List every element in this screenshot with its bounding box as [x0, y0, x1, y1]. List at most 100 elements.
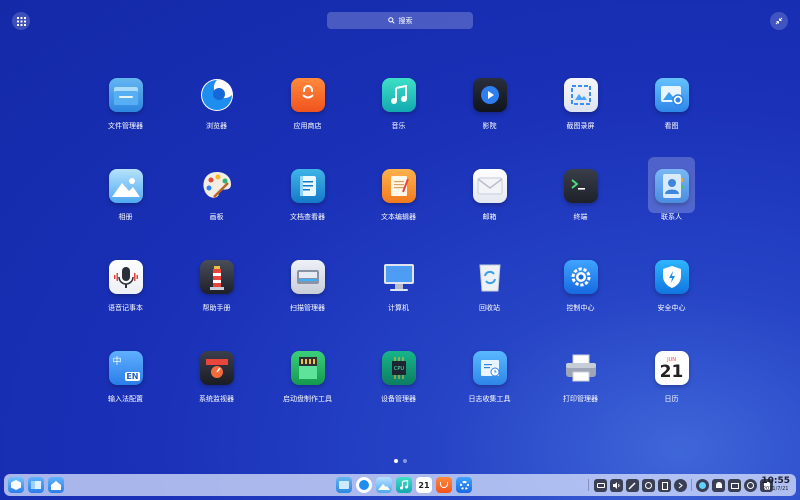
tray-keyboard[interactable]	[594, 479, 607, 492]
tray-volume[interactable]	[610, 479, 623, 492]
dock-app-store[interactable]	[436, 477, 452, 493]
app-scanner[interactable]: 扫描管理器	[262, 258, 353, 349]
gear-icon	[459, 480, 469, 490]
app-print-manager[interactable]: 打印管理器	[535, 349, 626, 440]
dock-album[interactable]	[376, 477, 392, 493]
tray-assistant[interactable]	[696, 479, 709, 492]
app-document-viewer[interactable]: 文档查看器	[262, 167, 353, 258]
dock-calendar[interactable]: 21	[416, 477, 432, 493]
dock-file-manager[interactable]	[336, 477, 352, 493]
shrink-icon	[775, 17, 783, 25]
input-method-en: EN	[125, 372, 140, 381]
tray-notification[interactable]	[712, 479, 725, 492]
app-text-editor[interactable]: 文本编辑器	[353, 167, 444, 258]
music-icon	[400, 480, 409, 490]
app-trash[interactable]: 回收站	[444, 258, 535, 349]
app-input-method[interactable]: 中 EN 输入法配置	[80, 349, 171, 440]
document-viewer-icon	[290, 169, 325, 203]
tray-expand[interactable]	[674, 479, 687, 492]
app-store[interactable]: 应用商店	[262, 76, 353, 167]
search-box[interactable]: 搜索	[327, 12, 473, 29]
dock: 21 10:55 2021/7/21	[4, 474, 796, 496]
computer-icon	[382, 260, 416, 294]
app-movie[interactable]: 影院	[444, 76, 535, 167]
app-computer[interactable]: 计算机	[353, 258, 444, 349]
contacts-icon	[654, 169, 689, 203]
movie-icon	[472, 78, 507, 112]
multitask-icon	[31, 481, 41, 489]
tray-screenshot[interactable]	[658, 479, 671, 492]
app-label: 日志收集工具	[468, 395, 511, 403]
app-label: 音乐	[391, 122, 406, 130]
folder-icon	[339, 481, 349, 489]
app-album[interactable]: 相册	[80, 167, 171, 258]
tray-pen[interactable]	[626, 479, 639, 492]
app-draw[interactable]: 画板	[171, 167, 262, 258]
calendar-day: 21	[659, 361, 684, 382]
app-boot-maker[interactable]: 启动盘制作工具	[262, 349, 353, 440]
dock-desktop[interactable]	[48, 477, 64, 493]
tray-separator	[691, 479, 692, 491]
app-grid: 文件管理器 浏览器 应用商店 音乐 影院 截图录屏 看图 相册 画板 文档查看器…	[80, 76, 720, 440]
image-viewer-icon	[654, 78, 689, 112]
calendar-icon: JUN 21	[654, 351, 689, 385]
app-label: 终端	[573, 213, 588, 221]
security-center-icon	[654, 260, 689, 294]
app-file-manager[interactable]: 文件管理器	[80, 76, 171, 167]
app-label: 系统监视器	[199, 395, 234, 403]
tray-network[interactable]	[642, 479, 655, 492]
app-label: 打印管理器	[563, 395, 598, 403]
search-placeholder: 搜索	[398, 16, 413, 25]
app-calendar[interactable]: JUN 21 日历	[626, 349, 717, 440]
trash-icon	[473, 260, 507, 294]
app-system-monitor[interactable]: 系统监视器	[171, 349, 262, 440]
app-label: 联系人	[661, 213, 682, 221]
text-editor-icon	[381, 169, 416, 203]
assistant-icon	[699, 482, 706, 489]
boot-maker-icon	[290, 351, 325, 385]
calendar-icon: 21	[418, 480, 430, 490]
app-control-center[interactable]: 控制中心	[535, 258, 626, 349]
app-label: 邮箱	[482, 213, 497, 221]
app-log-collector[interactable]: 日志收集工具	[444, 349, 535, 440]
terminal-icon	[563, 169, 598, 203]
app-label: 设备管理器	[381, 395, 416, 403]
dock-multitask[interactable]	[28, 477, 44, 493]
launcher-mode-button[interactable]	[12, 12, 30, 30]
app-device-manager[interactable]: CPU 设备管理器	[353, 349, 444, 440]
home-icon	[51, 481, 61, 490]
mail-icon	[472, 169, 507, 203]
dock-launcher[interactable]	[8, 477, 24, 493]
app-image-viewer[interactable]: 看图	[626, 76, 717, 167]
app-terminal[interactable]: 终端	[535, 167, 626, 258]
fullscreen-toggle-button[interactable]	[770, 12, 788, 30]
app-label: 文件管理器	[108, 122, 143, 130]
page-dot-2[interactable]	[403, 459, 407, 463]
music-icon	[381, 78, 416, 112]
app-browser[interactable]: 浏览器	[171, 76, 262, 167]
app-contacts[interactable]: 联系人	[626, 157, 717, 258]
app-security-center[interactable]: 安全中心	[626, 258, 717, 349]
app-label: 安全中心	[657, 304, 686, 312]
screenshot-icon	[661, 481, 668, 490]
app-music[interactable]: 音乐	[353, 76, 444, 167]
bell-icon	[715, 482, 722, 488]
input-method-icon: 中 EN	[108, 351, 143, 385]
app-mail[interactable]: 邮箱	[444, 167, 535, 258]
dock-browser[interactable]	[356, 477, 372, 493]
tray-window[interactable]	[728, 479, 741, 492]
app-store-icon	[290, 78, 325, 112]
dock-control-center[interactable]	[456, 477, 472, 493]
folder-icon	[108, 78, 143, 112]
app-voice-note[interactable]: 语音记事本	[80, 258, 171, 349]
app-help-manual[interactable]: 帮助手册	[171, 258, 262, 349]
app-label: 语音记事本	[108, 304, 143, 312]
tray-power[interactable]	[744, 479, 757, 492]
browser-icon	[200, 78, 234, 112]
page-dot-1[interactable]	[394, 459, 398, 463]
device-manager-icon: CPU	[381, 351, 416, 385]
app-screenshot[interactable]: 截图录屏	[535, 76, 626, 167]
app-label: 影院	[482, 122, 497, 130]
dock-music[interactable]	[396, 477, 412, 493]
clock[interactable]: 10:55 2021/7/21	[761, 476, 790, 493]
